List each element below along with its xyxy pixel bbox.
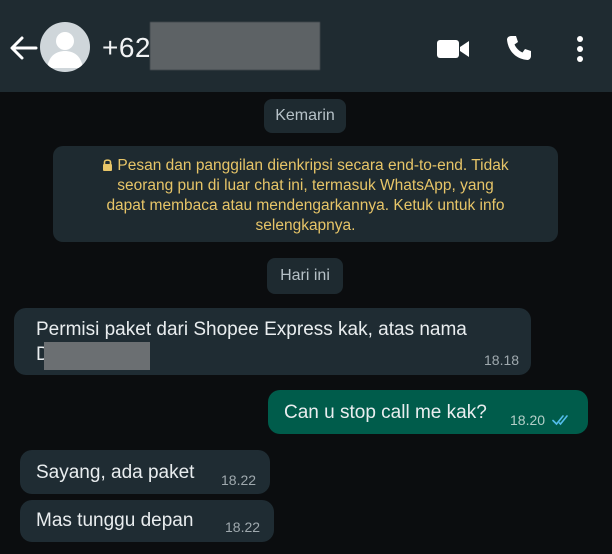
date-chip-yesterday: Kemarin [264,99,346,133]
message-time: 18.22 [221,472,257,488]
redaction-box [44,342,150,370]
more-vert-icon[interactable] [572,34,588,64]
message-bubble-incoming[interactable]: Mas tunggu depan 18.22 [20,500,274,542]
person-icon [47,32,83,68]
redaction-box [150,22,320,70]
avatar[interactable] [40,22,90,72]
message-text: Sayang, ada paket [36,462,195,483]
message-text: Can u stop call me kak? [284,402,487,423]
message-text: Mas tunggu depan [36,510,194,531]
chat-header: +628 [0,0,612,92]
lock-icon [103,159,113,171]
message-bubble-incoming[interactable]: Sayang, ada paket 18.22 [20,450,270,494]
date-chip-today: Hari ini [267,258,343,294]
encryption-line-4: selengkapnya. [255,217,356,234]
back-arrow-icon[interactable] [8,34,38,62]
message-text: Permisi paket dari Shopee Express kak, a… [36,319,467,340]
encryption-line-1: Pesan dan panggilan dienkripsi secara en… [79,156,532,176]
encryption-text-1: Pesan dan panggilan dienkripsi secara en… [117,157,509,174]
encryption-notice[interactable]: Pesan dan panggilan dienkripsi secara en… [53,146,558,242]
video-call-icon[interactable] [436,38,470,60]
phone-call-icon[interactable] [505,34,533,62]
encryption-line-3: dapat membaca atau mendengarkannya. Ketu… [106,197,505,214]
message-time: 18.18 [484,352,520,368]
message-time: 18.22 [225,519,261,535]
encryption-line-2: seorang pun di luar chat ini, termasuk W… [117,177,494,194]
message-bubble-outgoing[interactable]: Can u stop call me kak? 18.20 [268,390,588,434]
message-time: 18.20 [510,412,546,428]
message-bubble-incoming[interactable]: Permisi paket dari Shopee Express kak, a… [14,308,531,375]
read-ticks-icon [552,415,568,426]
